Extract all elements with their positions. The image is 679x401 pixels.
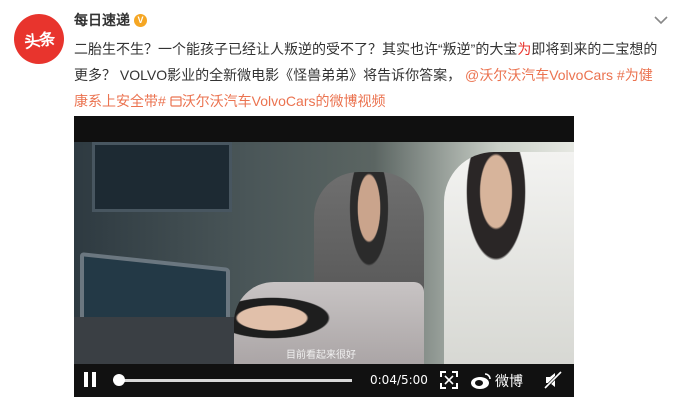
username-row: 每日速递 V — [74, 10, 147, 30]
mention-link[interactable]: @沃尔沃汽车VolvoCars — [465, 67, 613, 83]
avatar-text: 头条 — [23, 28, 56, 52]
pause-button[interactable] — [84, 372, 100, 389]
video-player[interactable]: 目前看起来很好 0:04/5:00 微博 — [74, 116, 574, 397]
video-frame[interactable] — [74, 142, 574, 372]
post-text: 二胎生不生？一个能孩子已经让人叛逆的受不了？其实也许“叛逆”的大宝为即将到来的二… — [74, 36, 664, 114]
post-text-highlight: 为 — [517, 41, 532, 57]
scene-doctor — [444, 152, 574, 372]
video-link-label: 沃尔沃汽车VolvoCars的微博视频 — [181, 93, 386, 109]
verified-icon: V — [134, 13, 147, 27]
fullscreen-icon[interactable] — [440, 371, 458, 394]
video-subtitle: 目前看起来很好 — [286, 350, 356, 361]
username[interactable]: 每日速递 — [74, 10, 130, 30]
post-text-part1: 二胎生不生？一个能孩子已经让人叛逆的受不了？其实也许“叛逆”的大宝 — [74, 41, 518, 57]
video-link-icon — [170, 96, 182, 107]
chevron-down-icon[interactable] — [653, 12, 669, 28]
weibo-icon — [471, 373, 491, 389]
video-link[interactable]: 沃尔沃汽车VolvoCars的微博视频 — [170, 93, 386, 109]
volume-mute-icon[interactable] — [543, 370, 563, 394]
video-controls: 0:04/5:00 微博 — [74, 364, 574, 397]
progress-track[interactable] — [116, 379, 352, 382]
avatar[interactable]: 头条 — [10, 10, 68, 68]
weibo-brand[interactable]: 微博 — [470, 371, 523, 391]
scene-monitor — [92, 142, 232, 212]
progress-knob[interactable] — [113, 374, 126, 386]
time-display: 0:04/5:00 — [370, 373, 428, 387]
weibo-brand-label: 微博 — [495, 373, 523, 389]
